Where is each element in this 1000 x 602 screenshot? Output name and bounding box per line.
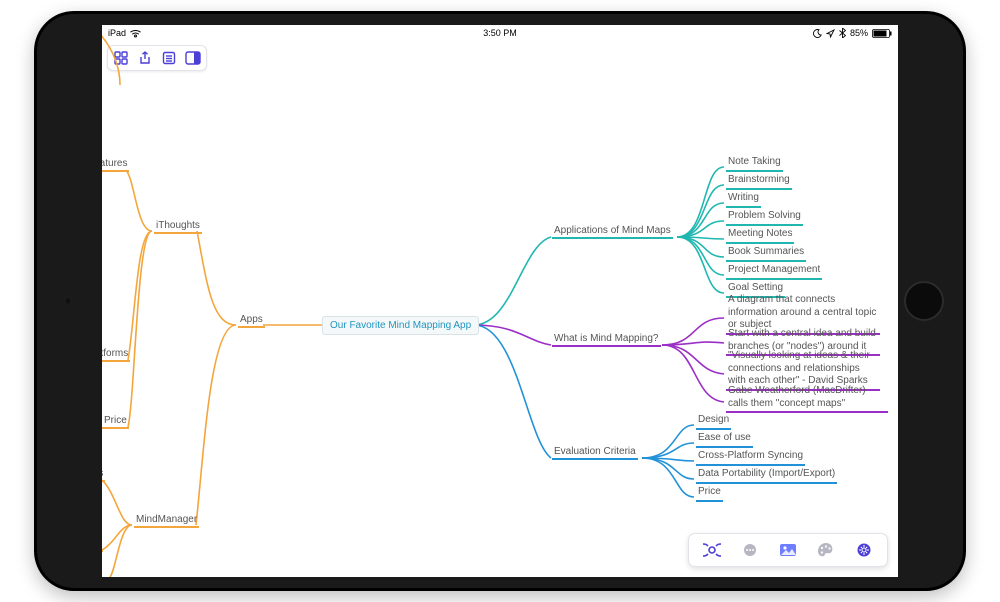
settings-tool-button[interactable] — [845, 537, 883, 563]
node-it-platforms[interactable]: Platforms — [102, 348, 130, 362]
node-eval-portability[interactable]: Data Portability (Import/Export) — [696, 468, 837, 484]
node-note-taking[interactable]: Note Taking — [726, 156, 783, 172]
ipad-home-button[interactable] — [904, 281, 944, 321]
image-tool-button[interactable] — [769, 537, 807, 563]
node-eval-design[interactable]: Design — [696, 414, 731, 430]
node-it-features[interactable]: Features — [102, 158, 129, 172]
bottom-toolbar — [688, 533, 888, 567]
section-whatis[interactable]: What is Mind Mapping? — [552, 333, 661, 347]
node-apps[interactable]: Apps — [238, 314, 265, 328]
style-tool-button[interactable] — [807, 537, 845, 563]
node-it-price[interactable]: Price — [102, 415, 129, 429]
node-book-summaries[interactable]: Book Summaries — [726, 246, 806, 262]
screen: iPad 3:50 PM 85% — [102, 25, 898, 577]
more-tool-button[interactable] — [731, 537, 769, 563]
node-whatis-3[interactable]: Gabe Weatherford (MacDrifter) calls them… — [726, 385, 888, 413]
node-eval-ease[interactable]: Ease of use — [696, 432, 753, 448]
node-mindmanager[interactable]: MindManager — [134, 514, 199, 528]
node-mm-features[interactable]: eatures — [102, 468, 105, 482]
node-brainstorming[interactable]: Brainstorming — [726, 174, 792, 190]
node-tool-button[interactable] — [693, 537, 731, 563]
node-problem-solving[interactable]: Problem Solving — [726, 210, 803, 226]
node-ithoughts[interactable]: iThoughts — [154, 220, 202, 234]
node-mm-platforms[interactable]: atforms — [102, 538, 103, 552]
node-writing[interactable]: Writing — [726, 192, 761, 208]
node-eval-price[interactable]: Price — [696, 486, 723, 502]
section-evaluation[interactable]: Evaluation Criteria — [552, 446, 638, 460]
node-meeting-notes[interactable]: Meeting Notes — [726, 228, 794, 244]
ipad-camera — [64, 297, 72, 305]
ipad-frame: iPad 3:50 PM 85% — [34, 11, 966, 591]
node-project-management[interactable]: Project Management — [726, 264, 822, 280]
node-eval-sync[interactable]: Cross-Platform Syncing — [696, 450, 805, 466]
section-applications[interactable]: Applications of Mind Maps — [552, 225, 673, 239]
center-node[interactable]: Our Favorite Mind Mapping App — [322, 316, 479, 335]
